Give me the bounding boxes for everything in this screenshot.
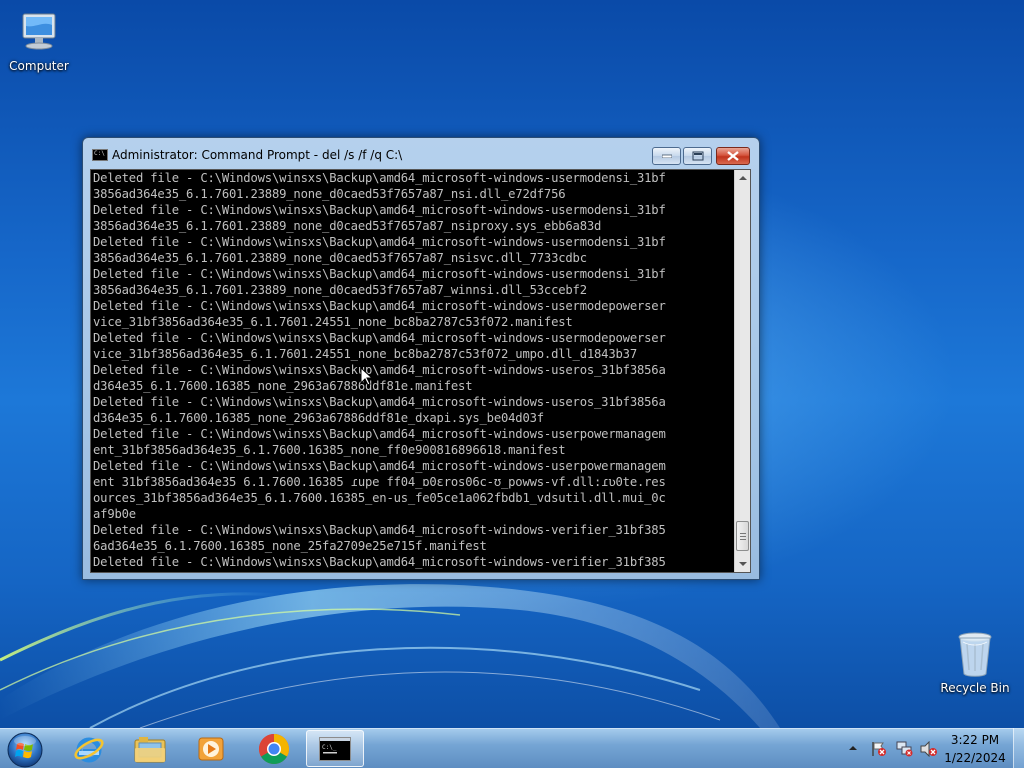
console-output-area[interactable]: Deleted file - C:\Windows\winsxs\Backup\… [90, 169, 751, 573]
volume-muted-icon[interactable] [920, 741, 938, 757]
media-player-icon [198, 737, 224, 760]
console-line: 6ad364e35_6.1.7600.16385_none_25fa2709e2… [93, 539, 487, 553]
recycle-bin-icon [958, 632, 992, 677]
scroll-down-icon[interactable] [735, 556, 751, 572]
console-line: Deleted file - C:\Windows\winsxs\Backup\… [93, 171, 666, 185]
close-button[interactable] [716, 147, 750, 165]
console-line: 3856ad364e35_6.1.7601.23889_none_d0caed5… [93, 251, 587, 265]
vertical-scrollbar[interactable] [734, 170, 750, 572]
close-icon [727, 151, 739, 161]
windows-start-orb-icon [7, 732, 43, 768]
console-line: Deleted file - C:\Windows\winsxs\Backup\… [93, 395, 666, 409]
maximize-icon [692, 151, 703, 161]
cmd-taskbar-icon: C:\_ [319, 736, 351, 761]
console-line: Deleted file - C:\Windows\winsxs\Backup\… [93, 459, 666, 473]
title-bar[interactable]: C:\ Administrator: Command Prompt - del … [83, 138, 759, 168]
console-line: Deleted file - C:\Windows\winsxs\Backup\… [93, 523, 666, 537]
scroll-up-icon[interactable] [735, 170, 751, 186]
folder-libraries-icon [134, 736, 166, 762]
console-line: ent 31bf3856ad364e35 6.1.7600.16385 ɾupe… [93, 475, 666, 489]
console-line: Deleted file - C:\Windows\winsxs\Backup\… [93, 331, 666, 345]
taskbar-explorer-button[interactable] [121, 730, 179, 767]
console-line: vice_31bf3856ad364e35_6.1.7601.24551_non… [93, 347, 637, 361]
console-text: Deleted file - C:\Windows\winsxs\Backup\… [93, 170, 733, 572]
console-line: 3856ad364e35_6.1.7601.23889_none_d0caed5… [93, 219, 602, 233]
clock-time[interactable]: 3:22 PM [947, 733, 1003, 747]
start-button[interactable] [6, 731, 44, 769]
minimize-button[interactable] [652, 147, 681, 165]
recycle-bin-label: Recycle Bin [940, 681, 1010, 695]
chrome-icon [258, 733, 290, 764]
console-line: vice_31bf3856ad364e35_6.1.7601.24551_non… [93, 315, 573, 329]
taskbar[interactable]: C:\_ [0, 728, 1024, 768]
show-hidden-icons-icon[interactable] [848, 744, 858, 752]
console-line: Deleted file - C:\Windows\winsxs\Backup\… [93, 267, 666, 281]
command-prompt-window[interactable]: C:\ Administrator: Command Prompt - del … [82, 137, 760, 580]
network-icon[interactable] [896, 741, 914, 757]
internet-explorer-icon [74, 737, 104, 762]
show-desktop-button[interactable] [1013, 728, 1024, 768]
console-line: Deleted file - C:\Windows\winsxs\Backup\… [93, 235, 666, 249]
console-line: 3856ad364e35_6.1.7601.23889_none_d0caed5… [93, 187, 566, 201]
computer-label: Computer [9, 59, 69, 73]
console-line: Deleted file - C:\Windows\winsxs\Backup\… [93, 203, 666, 217]
cmd-icon: C:\ [92, 149, 108, 161]
console-line: af9b0e [93, 507, 136, 521]
action-center-flag-icon[interactable] [870, 741, 888, 757]
console-line: Deleted file - C:\Windows\winsxs\Backup\… [93, 427, 666, 441]
console-line: 3856ad364e35_6.1.7601.23889_none_d0caed5… [93, 283, 587, 297]
clock-date[interactable]: 1/22/2024 [943, 751, 1007, 765]
desktop[interactable]: Computer Recycle Bin C:\ Administrator: … [0, 0, 1024, 728]
mouse-cursor-icon [360, 367, 374, 386]
console-line: ources_31bf3856ad364e35_6.1.7600.16385_e… [93, 491, 666, 505]
recycle-bin-desktop-icon[interactable]: Recycle Bin [938, 630, 1012, 695]
console-line: d364e35_6.1.7600.16385_none_2963a67886dd… [93, 411, 544, 425]
window-title: Administrator: Command Prompt - del /s /… [112, 148, 403, 162]
console-line: Deleted file - C:\Windows\winsxs\Backup\… [93, 363, 666, 377]
console-line: Deleted file - C:\Windows\winsxs\Backup\… [93, 555, 666, 569]
taskbar-media-player-button[interactable] [182, 730, 240, 767]
computer-desktop-icon[interactable]: Computer [2, 8, 76, 73]
taskbar-chrome-button[interactable] [245, 730, 303, 767]
console-line: ent_31bf3856ad364e35_6.1.7600.16385_none… [93, 443, 566, 457]
computer-icon [22, 13, 56, 50]
minimize-icon [661, 154, 672, 158]
console-line: d364e35_6.1.7600.16385_none_2963a67886dd… [93, 379, 473, 393]
taskbar-internet-explorer-button[interactable] [60, 730, 118, 767]
scrollbar-thumb[interactable] [736, 521, 749, 551]
svg-text:C:\_: C:\_ [322, 744, 337, 751]
maximize-button[interactable] [683, 147, 712, 165]
console-line: Deleted file - C:\Windows\winsxs\Backup\… [93, 299, 666, 313]
taskbar-command-prompt-button[interactable]: C:\_ [306, 730, 364, 767]
